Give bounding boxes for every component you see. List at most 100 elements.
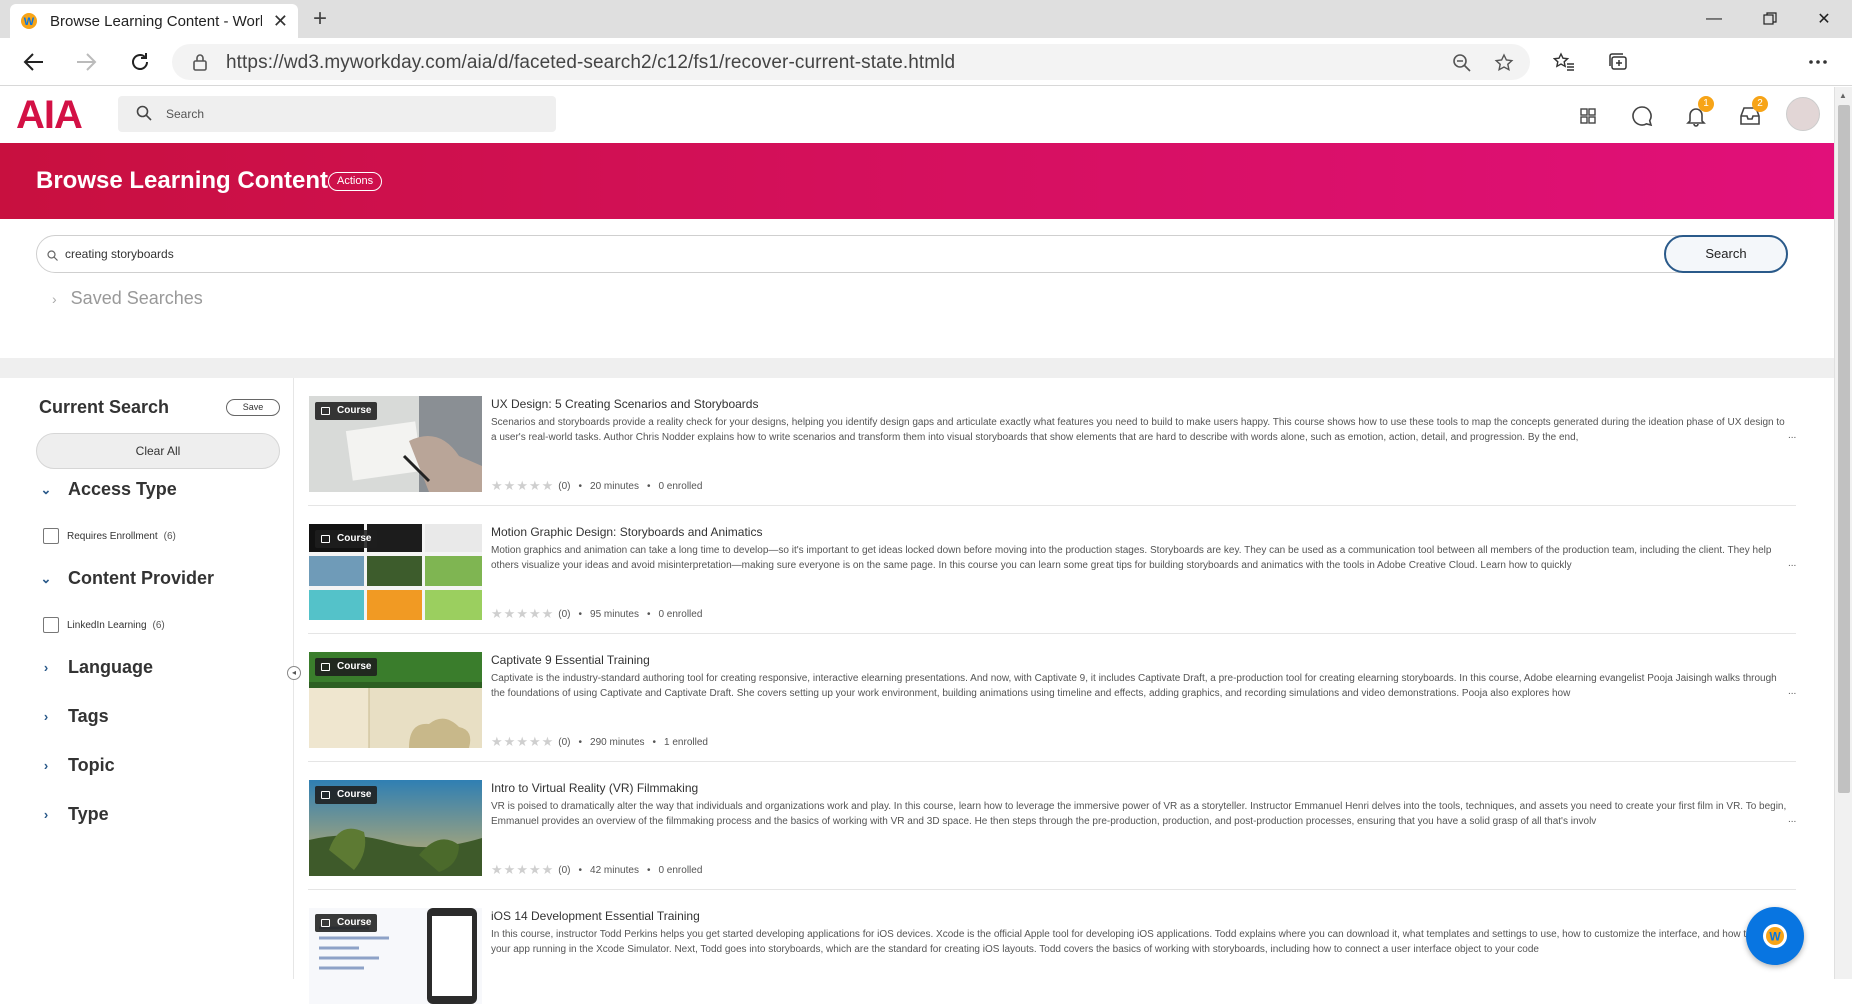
result-description: Captivate is the industry-standard autho… (491, 673, 1777, 699)
result-item[interactable]: Course Intro to Virtual Reality (VR) Fil… (308, 762, 1796, 890)
actions-button[interactable]: Actions (328, 172, 383, 191)
facet-label: Type (68, 804, 109, 824)
user-avatar[interactable] (1786, 97, 1820, 131)
facet-access-type[interactable]: ⌄ Access Type (40, 479, 177, 500)
result-item[interactable]: Course Captivate 9 Essential Training Ca… (308, 634, 1796, 762)
favorites-list-icon[interactable] (1548, 47, 1580, 77)
chevron-right-icon: › (52, 290, 57, 307)
facet-option-label: LinkedIn Learning (67, 619, 147, 631)
badge-label: Course (337, 661, 372, 672)
search-icon (47, 248, 58, 266)
result-item[interactable]: Course iOS 14 Development Essential Trai… (308, 890, 1796, 1004)
saved-searches-toggle[interactable]: › Saved Searches (52, 288, 203, 309)
rating-count: (0) (558, 608, 571, 620)
more-ellipsis: ... (1788, 686, 1797, 697)
chevron-down-icon: ⌄ (40, 570, 52, 586)
facet-topic[interactable]: › Topic (40, 755, 115, 776)
facet-label: Topic (68, 755, 115, 775)
scroll-up-icon[interactable]: ▲ (1839, 91, 1847, 100)
result-title[interactable]: UX Design: 5 Creating Scenarios and Stor… (491, 397, 758, 411)
facet-option-linkedin-learning[interactable]: LinkedIn Learning (6) (43, 617, 165, 633)
chevron-right-icon: › (43, 709, 49, 724)
course-thumbnail[interactable]: Course (309, 396, 482, 492)
forward-icon[interactable] (70, 47, 102, 77)
result-title[interactable]: iOS 14 Development Essential Training (491, 909, 700, 923)
results-list: Course UX Design: 5 Creating Scenarios a… (308, 378, 1796, 1004)
page-title: Browse Learning Content (36, 167, 329, 194)
rating-count: (0) (558, 864, 571, 876)
notifications-bell-icon[interactable]: 1 (1682, 96, 1714, 130)
close-window-icon[interactable]: ✕ (1800, 4, 1848, 34)
course-badge: Course (315, 402, 378, 420)
rating-stars: ★ ★ ★ ★ ★ (491, 862, 554, 877)
help-assistant-button[interactable]: W (1746, 907, 1804, 965)
new-tab-icon[interactable]: + (306, 6, 334, 32)
rating-stars: ★ ★ ★ ★ ★ (491, 606, 554, 621)
badge-label: Course (337, 533, 372, 544)
refresh-icon[interactable] (124, 47, 156, 77)
result-title[interactable]: Motion Graphic Design: Storyboards and A… (491, 525, 762, 539)
course-thumbnail[interactable]: Course (309, 908, 482, 1004)
back-icon[interactable] (18, 47, 50, 77)
section-divider (0, 358, 1834, 378)
separator: • (578, 736, 583, 748)
scrollbar-thumb[interactable] (1838, 105, 1850, 793)
zoom-icon[interactable] (1450, 52, 1474, 74)
duration: 290 minutes (590, 736, 645, 748)
result-title[interactable]: Intro to Virtual Reality (VR) Filmmaking (491, 781, 698, 795)
facet-language[interactable]: › Language (40, 657, 153, 678)
facet-label: Access Type (68, 479, 177, 499)
collections-icon[interactable] (1602, 47, 1634, 77)
search-button[interactable]: Search (1664, 235, 1788, 273)
facet-content-provider[interactable]: ⌄ Content Provider (40, 568, 214, 589)
badge-label: Course (337, 405, 372, 416)
facet-label: Content Provider (68, 568, 215, 588)
chevron-right-icon: › (43, 758, 49, 773)
facet-tags[interactable]: › Tags (40, 706, 109, 727)
result-item[interactable]: Course UX Design: 5 Creating Scenarios a… (308, 378, 1796, 506)
enrolled-count: 0 enrolled (658, 480, 703, 492)
chevron-right-icon: › (43, 660, 49, 675)
close-tab-icon[interactable]: ✕ (273, 11, 288, 32)
facet-label: Tags (68, 706, 109, 726)
learning-search-input[interactable]: creating storyboards (36, 235, 1788, 273)
more-menu-icon[interactable] (1802, 47, 1834, 77)
result-title[interactable]: Captivate 9 Essential Training (491, 653, 650, 667)
separator: • (578, 864, 583, 876)
chat-icon[interactable] (1628, 102, 1656, 130)
result-item[interactable]: Course Motion Graphic Design: Storyboard… (308, 506, 1796, 634)
app-header: AIA Search 1 2 (0, 87, 1834, 143)
page-scrollbar[interactable]: ▲ (1834, 87, 1852, 979)
duration: 95 minutes (590, 608, 639, 620)
course-thumbnail[interactable]: Course (309, 780, 482, 876)
search-query: creating storyboards (65, 247, 174, 261)
facet-option-requires-enrollment[interactable]: Requires Enrollment (6) (43, 528, 176, 544)
save-search-button[interactable]: Save (226, 399, 280, 416)
collapse-sidebar-icon[interactable]: ◂ (287, 666, 301, 680)
separator: • (578, 480, 583, 492)
inbox-icon[interactable]: 2 (1736, 96, 1768, 130)
apps-grid-icon[interactable] (1574, 102, 1602, 130)
separator: • (646, 608, 651, 620)
rating-count: (0) (558, 736, 571, 748)
minimize-icon[interactable]: — (1690, 4, 1738, 34)
course-thumbnail[interactable]: Course (309, 524, 482, 620)
course-badge: Course (315, 658, 378, 676)
global-search-input[interactable]: Search (118, 96, 556, 132)
page-title-band: Browse Learning Content Actions (0, 143, 1834, 219)
url-field[interactable]: https://wd3.myworkday.com/aia/d/faceted-… (172, 44, 1530, 80)
current-search-title: Current Search (39, 397, 170, 417)
aia-logo[interactable]: AIA (16, 93, 83, 138)
facet-type[interactable]: › Type (40, 804, 109, 825)
more-ellipsis: ... (1788, 558, 1797, 569)
course-thumbnail[interactable]: Course (309, 652, 482, 748)
checkbox[interactable] (43, 617, 59, 633)
checkbox[interactable] (43, 528, 59, 544)
clear-all-button[interactable]: Clear All (36, 433, 280, 469)
result-meta: ★ ★ ★ ★ ★ (0) • 20 minutes • 0 enrolled (491, 478, 702, 494)
course-badge: Course (315, 530, 378, 548)
notifications-badge: 1 (1698, 96, 1714, 112)
browser-tab[interactable]: W Browse Learning Content - Work ✕ (10, 4, 298, 38)
restore-icon[interactable] (1746, 4, 1794, 34)
favorite-star-icon[interactable] (1492, 52, 1516, 74)
